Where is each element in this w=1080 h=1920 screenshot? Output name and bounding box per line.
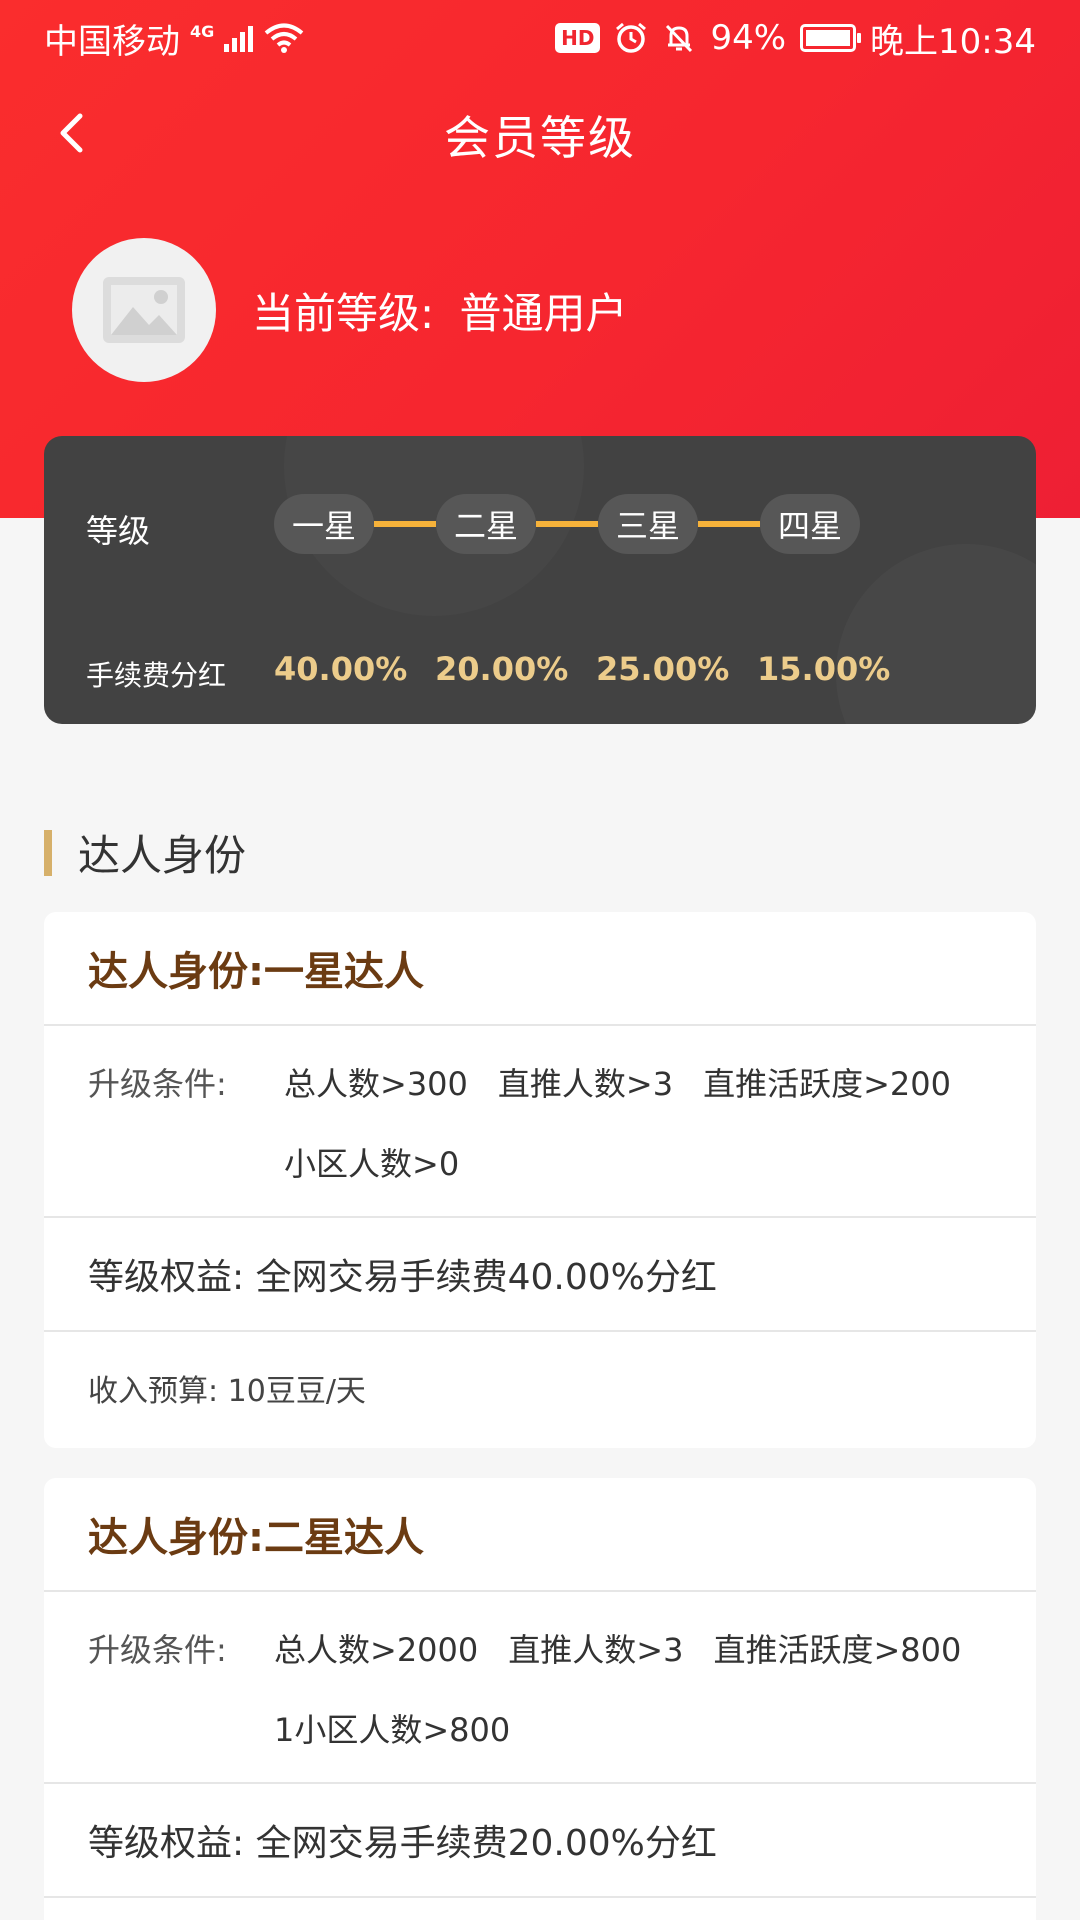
condition-item: 1小区人数>800 <box>274 1711 511 1749</box>
wifi-icon <box>264 23 304 53</box>
avatar[interactable] <box>72 238 216 382</box>
level-connector <box>536 521 598 527</box>
battery-icon <box>800 24 862 52</box>
tier-card-two-star: 达人身份:二星达人 升级条件: 总人数>2000 直推人数>3 直推活跃度>80… <box>44 1478 1036 1920</box>
image-placeholder-icon <box>103 277 185 343</box>
condition-label: 升级条件: <box>88 1065 227 1103</box>
nav-bar: 会员等级 <box>0 76 1080 194</box>
fee-four-star: 15.00% <box>757 650 891 688</box>
battery-percent: 94% <box>710 18 787 58</box>
current-level: 当前等级: 普通用户 <box>252 280 628 341</box>
tier-benefit: 等级权益: 全网交易手续费40.00%分红 <box>44 1218 1036 1332</box>
section-header: 达人身份 <box>44 822 246 883</box>
level-step-four-star[interactable]: 四星 <box>760 494 860 554</box>
section-accent-bar <box>44 829 52 876</box>
level-card: 等级 一星 二星 三星 四星 手续费分红 40.00% 20.00% 25.00… <box>44 436 1036 724</box>
alarm-icon <box>616 22 647 53</box>
chevron-left-icon[interactable] <box>48 108 98 158</box>
mute-bell-icon <box>666 24 693 53</box>
condition-item: 小区人数>0 <box>284 1145 460 1183</box>
level-step-one-star[interactable]: 一星 <box>274 494 374 554</box>
tier-card-one-star: 达人身份:一星达人 升级条件: 总人数>300 直推人数>3 直推活跃度>200… <box>44 912 1036 1448</box>
level-row-label: 等级 <box>86 512 151 550</box>
level-step-two-star[interactable]: 二星 <box>436 494 536 554</box>
condition-item: 直推活跃度>200 <box>703 1065 951 1103</box>
level-step-three-star[interactable]: 三星 <box>598 494 698 554</box>
income-estimate: 收入预算: 10豆豆/天 <box>88 1374 366 1409</box>
condition-item: 直推人数>3 <box>508 1631 684 1669</box>
condition-item: 直推人数>3 <box>497 1065 674 1103</box>
level-connector <box>698 521 760 527</box>
current-level-label: 当前等级: <box>252 288 435 338</box>
network-type: 4G <box>190 21 215 41</box>
hd-badge: HD <box>555 23 601 53</box>
tier-benefit: 等级权益: 全网交易手续费20.00%分红 <box>44 1784 1036 1898</box>
level-steps: 一星 二星 三星 四星 <box>274 494 860 554</box>
carrier-name: 中国移动 <box>44 21 180 62</box>
fee-two-star: 20.00% <box>435 650 569 688</box>
status-bar: 中国移动 4G HD 94% 晚上10:34 <box>0 0 1080 76</box>
upgrade-conditions: 升级条件: 总人数>2000 直推人数>3 直推活跃度>800 1小区人数>80… <box>44 1592 1036 1784</box>
tier-title: 达人身份:二星达人 <box>44 1478 1036 1592</box>
condition-label: 升级条件: <box>88 1631 227 1669</box>
upgrade-conditions: 升级条件: 总人数>300 直推人数>3 直推活跃度>200 小区人数>0 <box>44 1026 1036 1218</box>
signal-icon <box>224 24 254 52</box>
condition-item: 总人数>2000 <box>274 1631 479 1669</box>
fee-values: 40.00% 20.00% 25.00% 15.00% <box>274 650 918 688</box>
tier-title: 达人身份:一星达人 <box>44 912 1036 1026</box>
condition-item: 直推活跃度>800 <box>713 1631 962 1669</box>
fee-three-star: 25.00% <box>596 650 730 688</box>
fee-row-label: 手续费分红 <box>86 659 227 692</box>
section-title: 达人身份 <box>78 831 247 880</box>
current-level-value: 普通用户 <box>459 288 628 338</box>
condition-item: 总人数>300 <box>284 1065 468 1103</box>
level-connector <box>374 521 436 527</box>
profile-summary: 当前等级: 普通用户 <box>72 238 628 382</box>
clock-time: 晚上10:34 <box>870 21 1036 62</box>
page-title: 会员等级 <box>444 111 636 165</box>
fee-one-star: 40.00% <box>274 650 408 688</box>
